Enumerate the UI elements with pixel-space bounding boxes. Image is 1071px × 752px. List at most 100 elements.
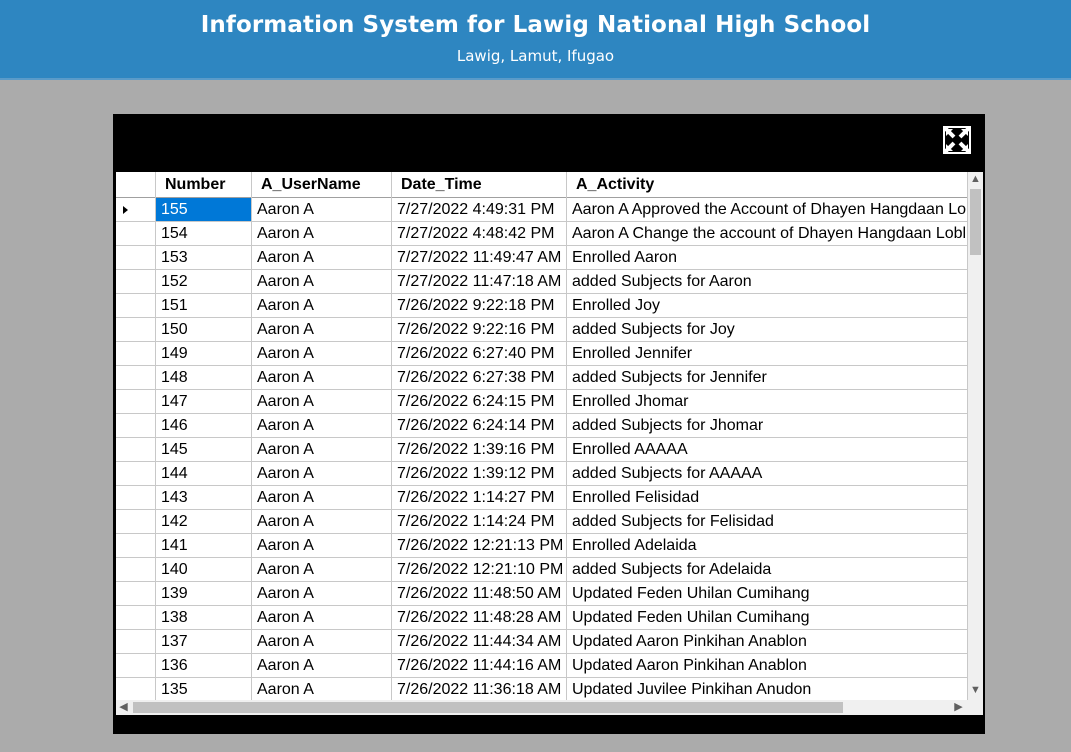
- cell-number[interactable]: 146: [156, 414, 252, 438]
- cell-username[interactable]: Aaron A: [252, 582, 392, 606]
- cell-activity[interactable]: Enrolled Aaron: [567, 246, 968, 270]
- cell-activity[interactable]: Updated Feden Uhilan Cumihang: [567, 606, 968, 630]
- cell-activity[interactable]: added Subjects for Jhomar: [567, 414, 968, 438]
- cell-username[interactable]: Aaron A: [252, 198, 392, 222]
- cell-datetime[interactable]: 7/26/2022 6:24:15 PM: [392, 390, 567, 414]
- scroll-down-icon[interactable]: ▼: [968, 683, 983, 698]
- table-row[interactable]: 155 Aaron A 7/27/2022 4:49:31 PM Aaron A Ap…: [116, 198, 968, 222]
- table-row[interactable]: 145 Aaron A 7/26/2022 1:39:16 PM Enrolled A…: [116, 438, 968, 462]
- cell-number[interactable]: 151: [156, 294, 252, 318]
- cell-datetime[interactable]: 7/26/2022 11:48:50 AM: [392, 582, 567, 606]
- close-button[interactable]: [942, 125, 972, 155]
- row-header[interactable]: [116, 486, 156, 510]
- row-header[interactable]: [116, 606, 156, 630]
- table-row[interactable]: 154 Aaron A 7/27/2022 4:48:42 PM Aaron A Ch…: [116, 222, 968, 246]
- table-row[interactable]: 153 Aaron A 7/27/2022 11:49:47 AM Enrolled …: [116, 246, 968, 270]
- cell-username[interactable]: Aaron A: [252, 558, 392, 582]
- cell-username[interactable]: Aaron A: [252, 222, 392, 246]
- cell-activity[interactable]: Enrolled Jennifer: [567, 342, 968, 366]
- cell-number[interactable]: 147: [156, 390, 252, 414]
- cell-datetime[interactable]: 7/27/2022 4:49:31 PM: [392, 198, 567, 222]
- cell-number[interactable]: 144: [156, 462, 252, 486]
- cell-activity[interactable]: Enrolled Jhomar: [567, 390, 968, 414]
- cell-username[interactable]: Aaron A: [252, 486, 392, 510]
- activity-log-grid[interactable]: Number A_UserName Date_Time A_Activity 1…: [116, 172, 983, 715]
- cell-datetime[interactable]: 7/26/2022 9:22:16 PM: [392, 318, 567, 342]
- table-row[interactable]: 152 Aaron A 7/27/2022 11:47:18 AM added Sub…: [116, 270, 968, 294]
- cell-activity[interactable]: Updated Aaron Pinkihan Anablon: [567, 630, 968, 654]
- cell-username[interactable]: Aaron A: [252, 438, 392, 462]
- cell-username[interactable]: Aaron A: [252, 414, 392, 438]
- cell-datetime[interactable]: 7/26/2022 11:44:34 AM: [392, 630, 567, 654]
- cell-username[interactable]: Aaron A: [252, 270, 392, 294]
- cell-activity[interactable]: Aaron A Approved the Account of Dhayen H…: [567, 198, 968, 222]
- scroll-up-icon[interactable]: ▲: [968, 172, 983, 187]
- table-row[interactable]: 140 Aaron A 7/26/2022 12:21:10 PM added Sub…: [116, 558, 968, 582]
- cell-number[interactable]: 145: [156, 438, 252, 462]
- row-header[interactable]: [116, 678, 156, 700]
- cell-username[interactable]: Aaron A: [252, 390, 392, 414]
- cell-datetime[interactable]: 7/26/2022 1:14:24 PM: [392, 510, 567, 534]
- cell-activity[interactable]: added Subjects for AAAAA: [567, 462, 968, 486]
- row-header[interactable]: [116, 558, 156, 582]
- cell-datetime[interactable]: 7/27/2022 11:49:47 AM: [392, 246, 567, 270]
- horizontal-scrollbar[interactable]: ◀ ▶: [116, 700, 968, 715]
- table-row[interactable]: 150 Aaron A 7/26/2022 9:22:16 PM added Subj…: [116, 318, 968, 342]
- table-row[interactable]: 142 Aaron A 7/26/2022 1:14:24 PM added Subj…: [116, 510, 968, 534]
- cell-datetime[interactable]: 7/26/2022 1:39:16 PM: [392, 438, 567, 462]
- cell-username[interactable]: Aaron A: [252, 678, 392, 700]
- row-header[interactable]: [116, 366, 156, 390]
- table-row[interactable]: 147 Aaron A 7/26/2022 6:24:15 PM Enrolled J…: [116, 390, 968, 414]
- table-row[interactable]: 136 Aaron A 7/26/2022 11:44:16 AM Updated A…: [116, 654, 968, 678]
- row-header[interactable]: [116, 438, 156, 462]
- cell-number[interactable]: 155: [156, 198, 252, 222]
- cell-username[interactable]: Aaron A: [252, 462, 392, 486]
- cell-datetime[interactable]: 7/26/2022 6:27:38 PM: [392, 366, 567, 390]
- cell-activity[interactable]: added Subjects for Adelaida: [567, 558, 968, 582]
- cell-activity[interactable]: added Subjects for Aaron: [567, 270, 968, 294]
- column-header-number[interactable]: Number: [156, 172, 252, 198]
- cell-activity[interactable]: added Subjects for Jennifer: [567, 366, 968, 390]
- horizontal-scroll-thumb[interactable]: [133, 702, 843, 713]
- row-header[interactable]: [116, 390, 156, 414]
- cell-username[interactable]: Aaron A: [252, 654, 392, 678]
- cell-number[interactable]: 139: [156, 582, 252, 606]
- cell-activity[interactable]: Enrolled Joy: [567, 294, 968, 318]
- row-header[interactable]: [116, 582, 156, 606]
- cell-datetime[interactable]: 7/26/2022 6:27:40 PM: [392, 342, 567, 366]
- cell-username[interactable]: Aaron A: [252, 294, 392, 318]
- table-row[interactable]: 151 Aaron A 7/26/2022 9:22:18 PM Enrolled J…: [116, 294, 968, 318]
- cell-datetime[interactable]: 7/26/2022 11:36:18 AM: [392, 678, 567, 700]
- cell-activity[interactable]: Enrolled AAAAA: [567, 438, 968, 462]
- row-header[interactable]: [116, 222, 156, 246]
- cell-number[interactable]: 153: [156, 246, 252, 270]
- table-row[interactable]: 143 Aaron A 7/26/2022 1:14:27 PM Enrolled F…: [116, 486, 968, 510]
- column-header-username[interactable]: A_UserName: [252, 172, 392, 198]
- column-header-activity[interactable]: A_Activity: [567, 172, 968, 198]
- cell-username[interactable]: Aaron A: [252, 510, 392, 534]
- table-row[interactable]: 135 Aaron A 7/26/2022 11:36:18 AM Updated J…: [116, 678, 968, 700]
- cell-number[interactable]: 135: [156, 678, 252, 700]
- row-header[interactable]: [116, 246, 156, 270]
- cell-number[interactable]: 143: [156, 486, 252, 510]
- cell-username[interactable]: Aaron A: [252, 366, 392, 390]
- cell-number[interactable]: 150: [156, 318, 252, 342]
- cell-number[interactable]: 136: [156, 654, 252, 678]
- table-row[interactable]: 148 Aaron A 7/26/2022 6:27:38 PM added Subj…: [116, 366, 968, 390]
- row-header[interactable]: [116, 510, 156, 534]
- cell-number[interactable]: 148: [156, 366, 252, 390]
- vertical-scrollbar[interactable]: ▲ ▼: [968, 172, 983, 700]
- cell-datetime[interactable]: 7/26/2022 11:48:28 AM: [392, 606, 567, 630]
- cell-activity[interactable]: added Subjects for Joy: [567, 318, 968, 342]
- cell-username[interactable]: Aaron A: [252, 246, 392, 270]
- cell-username[interactable]: Aaron A: [252, 534, 392, 558]
- cell-datetime[interactable]: 7/26/2022 6:24:14 PM: [392, 414, 567, 438]
- cell-username[interactable]: Aaron A: [252, 606, 392, 630]
- table-row[interactable]: 141 Aaron A 7/26/2022 12:21:13 PM Enrolled …: [116, 534, 968, 558]
- cell-username[interactable]: Aaron A: [252, 318, 392, 342]
- cell-activity[interactable]: Updated Juvilee Pinkihan Anudon: [567, 678, 968, 700]
- cell-activity[interactable]: Updated Aaron Pinkihan Anablon: [567, 654, 968, 678]
- cell-username[interactable]: Aaron A: [252, 342, 392, 366]
- cell-datetime[interactable]: 7/26/2022 9:22:18 PM: [392, 294, 567, 318]
- cell-number[interactable]: 138: [156, 606, 252, 630]
